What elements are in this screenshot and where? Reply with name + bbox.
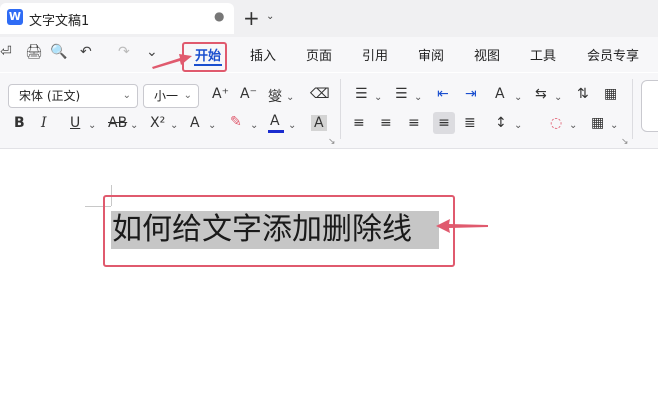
text-annotation-arrow-icon (436, 219, 488, 233)
tab-member[interactable]: 会员专享 (587, 45, 639, 64)
underline-button[interactable]: U (70, 115, 80, 131)
strikethrough-button[interactable]: AB (108, 115, 127, 131)
chevron-down-icon: ⌄ (122, 90, 131, 101)
chevron-down-icon: ⌄ (183, 90, 192, 101)
chevron-down-icon[interactable]: ⌄ (88, 120, 96, 131)
line-break-icon[interactable]: ⇆ (535, 86, 547, 102)
active-tab-underline (194, 64, 222, 66)
paragraph-dialog-launcher-icon[interactable]: ↘ (621, 137, 629, 147)
chevron-down-icon[interactable]: ⌄ (286, 92, 294, 103)
font-color-button[interactable]: A (270, 113, 280, 129)
borders-icon[interactable]: ▦ (591, 115, 604, 131)
tab-references[interactable]: 引用 (362, 45, 388, 64)
font-family-select[interactable]: 宋体 (正文) ⌄ (8, 84, 138, 108)
bold-button[interactable]: B (14, 115, 25, 131)
align-left-icon[interactable]: ≡ (353, 115, 365, 131)
tab-page[interactable]: 页面 (306, 45, 332, 64)
chevron-down-icon[interactable]: ⌄ (514, 120, 522, 131)
align-right-icon[interactable]: ≡ (408, 115, 420, 131)
sort-icon[interactable]: ⇅ (577, 86, 589, 102)
chevron-down-icon[interactable]: ⌄ (514, 92, 522, 103)
font-color-swatch (268, 130, 284, 133)
decrease-indent-icon[interactable]: ⇤ (437, 86, 449, 102)
paragraph-shading-icon[interactable]: ◌ (550, 115, 562, 131)
increase-indent-icon[interactable]: ⇥ (465, 86, 477, 102)
tab-tools[interactable]: 工具 (530, 45, 556, 64)
phonetic-guide-icon[interactable]: 燮 (268, 86, 282, 106)
chevron-down-icon[interactable]: ⌄ (208, 120, 216, 131)
clear-format-eraser-icon[interactable]: ⌫ (310, 86, 330, 102)
align-center-icon[interactable]: ≡ (380, 115, 392, 131)
tab-start[interactable]: 开始 (195, 45, 221, 64)
font-family-value: 宋体 (正文) (19, 89, 81, 103)
increase-font-size-icon[interactable]: A⁺ (212, 86, 229, 102)
chevron-down-icon[interactable]: ⌄ (288, 120, 296, 131)
chevron-down-icon[interactable]: ⌄ (250, 120, 258, 131)
tab-review[interactable]: 审阅 (418, 45, 444, 64)
text-direction-icon[interactable]: A (495, 86, 505, 102)
character-shading-button[interactable]: A (311, 115, 327, 131)
text-effect-button[interactable]: A (190, 115, 200, 131)
chevron-down-icon[interactable]: ⌄ (554, 92, 562, 103)
ribbon-separator (632, 79, 633, 139)
font-dialog-launcher-icon[interactable]: ↘ (328, 137, 336, 147)
start-tab-annotation-arrow-icon (152, 54, 192, 69)
unsaved-indicator-icon[interactable]: ● (214, 9, 224, 23)
numbered-list-icon[interactable]: ☰ (395, 86, 408, 102)
show-marks-icon[interactable]: ▦ (604, 86, 617, 102)
chevron-down-icon[interactable]: ⌄ (170, 120, 178, 131)
justify-icon[interactable]: ≡ (433, 112, 455, 134)
tab-insert[interactable]: 插入 (250, 45, 276, 64)
document-title: 文字文稿1 (29, 14, 90, 29)
font-size-value: 小一 (154, 89, 179, 103)
distributed-align-icon[interactable]: ≣ (464, 115, 476, 131)
italic-button[interactable]: I (41, 115, 47, 131)
undo-arrow-icon[interactable]: ⏎ (0, 44, 12, 60)
writer-app-icon: W (7, 9, 23, 25)
decrease-font-size-icon[interactable]: A⁻ (240, 86, 257, 102)
tab-menu-chevron-icon[interactable]: ⌄ (266, 11, 274, 22)
highlight-pen-icon[interactable]: ✎ (230, 114, 242, 130)
line-spacing-icon[interactable]: ↕ (495, 115, 507, 131)
redo-icon[interactable]: ↷ (118, 44, 130, 60)
new-tab-button[interactable]: + (243, 6, 260, 30)
chevron-down-icon[interactable]: ⌄ (414, 92, 422, 103)
chevron-down-icon[interactable]: ⌄ (610, 120, 618, 131)
ribbon-separator (340, 79, 341, 139)
chevron-down-icon[interactable]: ⌄ (569, 120, 577, 131)
tab-view[interactable]: 视图 (474, 45, 500, 64)
font-size-select[interactable]: 小一 ⌄ (143, 84, 199, 108)
chevron-down-icon[interactable]: ⌄ (374, 92, 382, 103)
undo-icon[interactable]: ↶ (80, 44, 92, 60)
bullet-list-icon[interactable]: ☰ (355, 86, 368, 102)
styles-gallery[interactable] (641, 80, 658, 132)
chevron-down-icon[interactable]: ⌄ (130, 120, 138, 131)
superscript-button[interactable]: X² (150, 115, 165, 131)
text-annotation-box (103, 195, 455, 267)
print-icon[interactable]: 🖨 (25, 44, 43, 60)
print-preview-icon[interactable]: 🔍 (50, 44, 67, 60)
